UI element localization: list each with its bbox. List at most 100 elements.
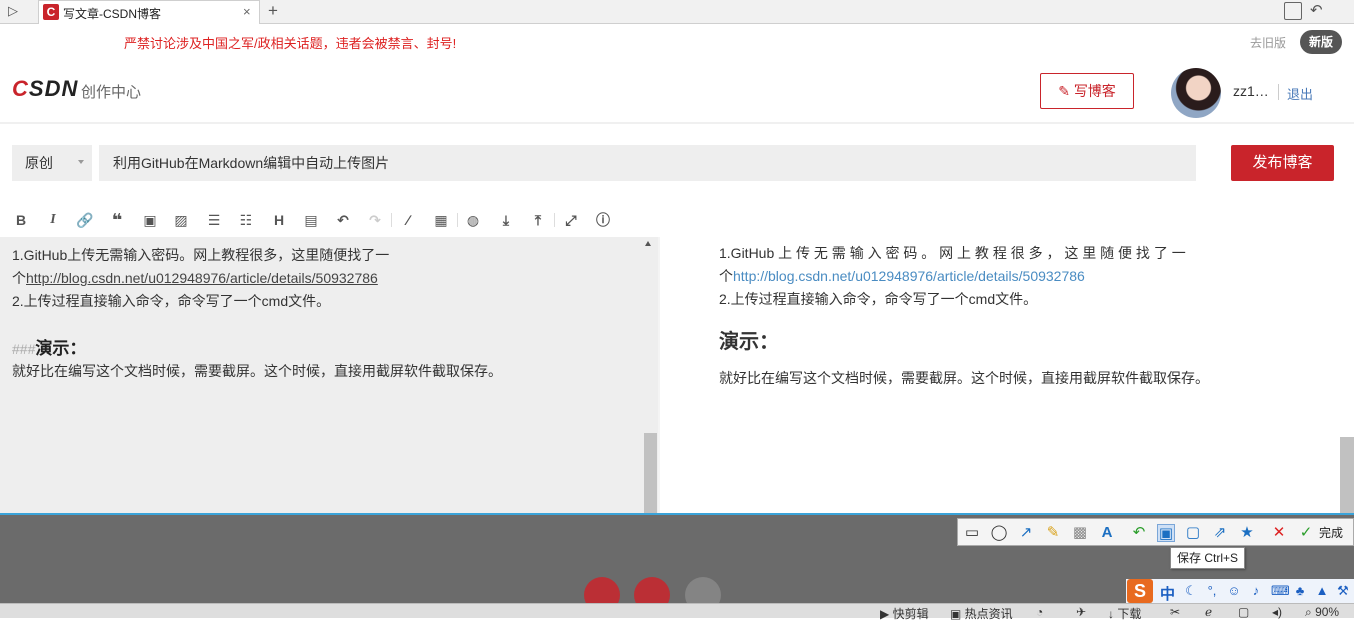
globe-icon[interactable]: ◍ <box>463 211 483 229</box>
screenshot-toolbar: ▭ ◯ ↗ ✎ ▩ A ↶ ▣ ▢ ⇗ ★ ✕ ✓ 完成 <box>957 518 1354 546</box>
undo-close-icon[interactable]: ↶ <box>1310 1 1323 19</box>
ie-icon[interactable]: ℯ <box>1205 605 1212 619</box>
quote-icon[interactable]: ❝ <box>107 211 127 229</box>
csdn-logo[interactable]: CSDN <box>12 76 78 102</box>
check-icon[interactable]: ✓ <box>1297 524 1315 542</box>
write-blog-label: 写博客 <box>1073 83 1116 99</box>
editor-scrollbar-thumb[interactable] <box>644 433 657 513</box>
editor-line: 个http://blog.csdn.net/u012948976/article… <box>12 268 378 288</box>
redo-icon[interactable]: ↷ <box>365 211 385 229</box>
undo-icon[interactable]: ↶ <box>1130 524 1148 542</box>
download-label: 下载 <box>1117 607 1142 621</box>
tab-close-icon[interactable]: × <box>243 4 251 19</box>
shirt-icon[interactable]: ▲ <box>1315 583 1329 598</box>
text-tool-icon[interactable]: A <box>1098 524 1116 542</box>
fullscreen-icon[interactable]: ⤢ <box>561 211 581 229</box>
pen-icon[interactable]: ∕ <box>398 211 418 229</box>
markdown-editor[interactable]: 1.GitHub上传无需输入密码。网上教程很多，这里随便找了一 个http://… <box>0 237 658 513</box>
preview-line: 就好比在编写这个文档时候，需要截屏。这个时候，直接用截屏软件截取保存。 <box>719 370 1209 386</box>
share-icon[interactable]: ⇗ <box>1211 524 1229 542</box>
hr-icon[interactable]: ▤ <box>301 211 321 229</box>
preview-link[interactable]: http://blog.csdn.net/u012948976/article/… <box>733 268 1085 284</box>
heading-text: 演示： <box>35 339 87 358</box>
chevron-down-icon <box>78 160 84 164</box>
import-icon[interactable]: ⤓ <box>496 211 516 229</box>
hot-news-link[interactable]: ▣ 热点资讯 <box>950 605 1013 622</box>
news-icon: ▣ <box>950 607 965 621</box>
hot-news-label: 热点资讯 <box>964 607 1013 621</box>
code-icon[interactable]: ▣ <box>140 211 160 229</box>
unordered-list-icon[interactable]: ☷ <box>236 211 256 229</box>
notice-text: 严禁讨论涉及中国之军/政相关话题，违者会被禁言、封号! <box>124 36 457 51</box>
download-link[interactable]: ↓ 下载 <box>1108 605 1141 622</box>
heading-markup: ### <box>12 341 36 357</box>
done-button[interactable]: 完成 <box>1319 524 1343 541</box>
heading-icon[interactable]: H <box>269 211 289 229</box>
copy-icon[interactable]: ▢ <box>1184 524 1202 542</box>
arrow-icon[interactable]: ↗ <box>1017 524 1035 542</box>
preview-line: 1.GitHub 上 传 无 需 输 入 密 码 。 网 上 教 程 很 多 ，… <box>719 245 1186 261</box>
skin-icon[interactable]: ♣ <box>1293 583 1307 598</box>
publish-button[interactable]: 发布博客 <box>1231 145 1334 181</box>
editor-line: 就好比在编写这个文档时候，需要截屏。这个时候，直接用截屏软件截取保存。 <box>12 363 502 379</box>
help-icon[interactable]: ⓘ <box>593 211 613 229</box>
brush-icon[interactable]: ✎ <box>1044 524 1062 542</box>
undo-icon[interactable]: ↶ <box>333 211 353 229</box>
ellipse-icon[interactable]: ◯ <box>990 524 1008 542</box>
image-icon[interactable]: ▨ <box>171 211 191 229</box>
tab-list-icon[interactable] <box>1284 2 1302 20</box>
cancel-icon[interactable]: ✕ <box>1270 524 1288 542</box>
article-title-input[interactable]: 利用GitHub在Markdown编辑中自动上传图片 <box>99 145 1196 181</box>
screenshot-icon[interactable]: ✂ <box>1170 605 1180 619</box>
preview-scrollbar-thumb[interactable] <box>1340 437 1354 513</box>
microphone-icon[interactable]: ♪ <box>1249 583 1263 598</box>
new-version-badge[interactable]: 新版 <box>1300 30 1342 54</box>
emoji-icon[interactable]: ☺ <box>1227 583 1241 598</box>
toolbar-separator <box>554 213 555 227</box>
logout-link[interactable]: 退出 <box>1287 84 1313 103</box>
sidebar-toggle-icon[interactable]: ▷ <box>2 2 24 20</box>
moon-icon[interactable]: ☾ <box>1184 583 1198 598</box>
window-icon[interactable]: ▢ <box>1238 605 1249 619</box>
save-icon[interactable]: ▣ <box>1157 524 1175 542</box>
ime-mode-toggle[interactable]: 中 <box>1160 583 1175 604</box>
quick-clip-label: 快剪辑 <box>892 607 929 621</box>
export-icon[interactable]: ⤒ <box>528 211 548 229</box>
logo-c: C <box>12 76 29 101</box>
old-version-link[interactable]: 去旧版 <box>1250 34 1286 51</box>
rectangle-icon[interactable]: ▭ <box>963 524 981 542</box>
scroll-up-arrow-icon[interactable] <box>645 241 651 246</box>
browser-status-bar: ▶ 快剪辑 ▣ 热点资讯 ◔ ✈ ↓ 下载 ✂ ℯ ▢ ◂) ⌕ 90% <box>0 603 1354 621</box>
link-icon[interactable]: 🔗 <box>75 211 95 229</box>
creation-center-title: 创作中心 <box>81 84 142 101</box>
new-tab-button[interactable]: + <box>262 1 284 21</box>
plane-icon[interactable]: ✈ <box>1076 605 1086 619</box>
quick-clip-link[interactable]: ▶ 快剪辑 <box>880 605 929 622</box>
template-icon[interactable]: ▦ <box>431 211 451 229</box>
browser-tab-bar: ▷ C 写文章-CSDN博客 × + ↶ <box>0 0 1354 24</box>
volume-icon[interactable]: ◂) <box>1272 605 1282 619</box>
sogou-logo-icon[interactable]: S <box>1127 579 1153 603</box>
editor-line: 2.上传过程直接输入命令，命令写了一个cmd文件。 <box>12 293 331 309</box>
play-icon: ▶ <box>880 607 893 621</box>
ordered-list-icon[interactable]: ☰ <box>204 211 224 229</box>
bold-icon[interactable]: B <box>11 211 31 229</box>
italic-icon[interactable]: I <box>43 211 63 229</box>
punctuation-icon[interactable]: °, <box>1205 583 1219 598</box>
avatar[interactable] <box>1171 68 1221 118</box>
mosaic-icon[interactable]: ▩ <box>1071 524 1089 542</box>
keyboard-icon[interactable]: ⌨ <box>1271 583 1290 598</box>
zoom-value: 90% <box>1315 605 1340 619</box>
markdown-preview: 1.GitHub 上 传 无 需 输 入 密 码 。 网 上 教 程 很 多 ，… <box>660 237 1354 513</box>
pen-icon: ✎ <box>1058 83 1070 99</box>
username[interactable]: zz1… <box>1233 83 1269 99</box>
accelerate-icon[interactable]: ◔ <box>1036 605 1043 619</box>
browser-tab[interactable]: C 写文章-CSDN博客 × <box>38 0 260 24</box>
download-icon: ↓ <box>1108 607 1118 621</box>
header-divider <box>1278 84 1279 100</box>
wrench-icon[interactable]: ⚒ <box>1336 583 1350 598</box>
favorite-icon[interactable]: ★ <box>1238 524 1256 542</box>
write-blog-button[interactable]: ✎ 写博客 <box>1040 73 1134 109</box>
save-tooltip: 保存 Ctrl+S <box>1170 547 1245 569</box>
markdown-toolbar: B I 🔗 ❝ ▣ ▨ ☰ ☷ H ▤ ↶ ↷ ∕ ▦ ◍ ⤓ ⤒ ⤢ ⓘ <box>0 203 1354 237</box>
